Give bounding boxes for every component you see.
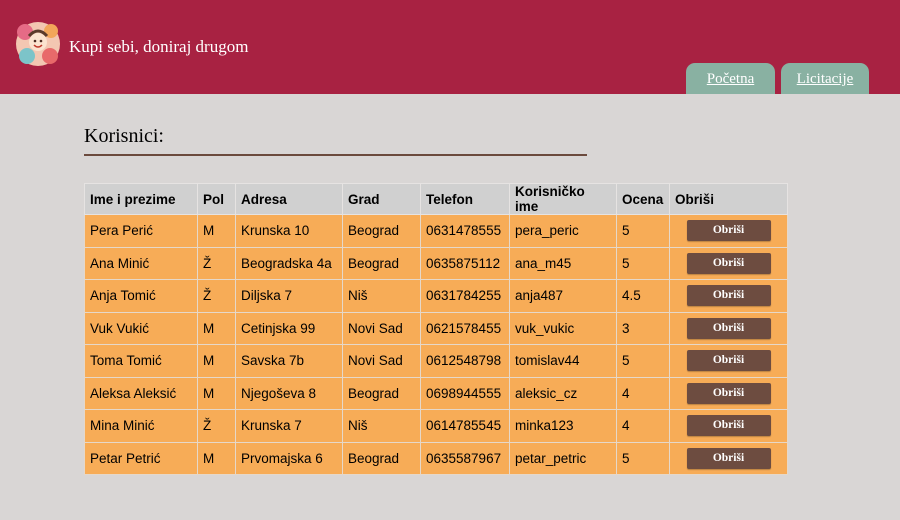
user-city-cell: Beograd [342,376,421,410]
user-username-cell: aleksic_cz [509,376,617,410]
delete-user-button[interactable]: Obriši [686,285,771,307]
user-address-cell: Cetinjska 99 [235,311,343,345]
user-city-cell: Beograd [342,441,421,475]
table-row: Aleksa Aleksić M Njegoševa 8 Beograd 0698944… [84,376,788,410]
user-address-cell: Krunska 10 [235,214,343,248]
delete-user-button[interactable]: Obriši [686,317,771,339]
user-gender-cell: M [197,344,236,378]
user-username-cell: minka123 [509,409,617,443]
user-address-cell: Njegoševa 8 [235,376,343,410]
user-rating-cell: 3 [616,311,670,345]
user-name-cell: Pera Perić [84,214,198,248]
user-name-cell: Petar Petrić [84,441,198,475]
user-username-cell: tomislav44 [509,344,617,378]
user-username-cell: vuk_vukic [509,311,617,345]
user-gender-cell: M [197,376,236,410]
user-rating-cell: 5 [616,214,670,248]
user-address-cell: Beogradska 4a [235,246,343,280]
user-phone-cell: 0621578455 [420,311,510,345]
delete-cell: Obriši [669,376,788,410]
delete-user-button[interactable]: Obriši [686,447,771,469]
user-city-cell: Beograd [342,246,421,280]
delete-cell: Obriši [669,409,788,443]
delete-cell: Obriši [669,214,788,248]
delete-cell: Obriši [669,441,788,475]
delete-user-button[interactable]: Obriši [686,252,771,274]
user-name-cell: Toma Tomić [84,344,198,378]
user-name-cell: Mina Minić [84,409,198,443]
user-gender-cell: M [197,311,236,345]
user-phone-cell: 0612548798 [420,344,510,378]
delete-cell: Obriši [669,344,788,378]
user-city-cell: Novi Sad [342,311,421,345]
user-rating-cell: 5 [616,246,670,280]
page-title: Korisnici: [84,125,164,147]
column-header: Adresa [235,183,343,215]
site-title: Kupi sebi, doniraj drugom [69,37,249,56]
user-rating-cell: 4 [616,376,670,410]
user-gender-cell: Ž [197,246,236,280]
tab-home[interactable]: Početna [686,63,775,94]
delete-user-button[interactable]: Obriši [686,220,771,242]
delete-user-button[interactable]: Obriši [686,350,771,372]
column-header: Grad [342,183,421,215]
user-rating-cell: 4 [616,409,670,443]
table-row: Anja Tomić Ž Diljska 7 Niš 0631784255 anja487… [84,279,788,313]
user-city-cell: Beograd [342,214,421,248]
delete-cell: Obriši [669,246,788,280]
user-username-cell: anja487 [509,279,617,313]
delete-cell: Obriši [669,279,788,313]
user-rating-cell: 4.5 [616,279,670,313]
title-divider [84,154,587,156]
user-phone-cell: 0631784255 [420,279,510,313]
user-city-cell: Niš [342,409,421,443]
table-header-row: Ime i prezime Pol Adresa Grad Telefon Ko… [84,183,788,215]
user-address-cell: Savska 7b [235,344,343,378]
table-row: Ana Minić Ž Beogradska 4a Beograd 0635875112… [84,246,788,280]
user-username-cell: pera_peric [509,214,617,248]
user-name-cell: Ana Minić [84,246,198,280]
user-address-cell: Diljska 7 [235,279,343,313]
user-phone-cell: 0635587967 [420,441,510,475]
users-table: Ime i prezime Pol Adresa Grad Telefon Ko… [84,183,788,475]
user-username-cell: ana_m45 [509,246,617,280]
column-header: Korisničko ime [509,183,617,215]
table-row: Mina Minić Ž Krunska 7 Niš 0614785545 minka12… [84,409,788,443]
user-name-cell: Aleksa Aleksić [84,376,198,410]
user-gender-cell: Ž [197,409,236,443]
user-rating-cell: 5 [616,344,670,378]
tab-auctions[interactable]: Licitacije [781,63,869,94]
user-gender-cell: M [197,214,236,248]
user-city-cell: Novi Sad [342,344,421,378]
column-header: Telefon [420,183,510,215]
site-header: Kupi sebi, doniraj drugom Početna Licita… [0,0,900,94]
user-gender-cell: M [197,441,236,475]
column-header: Pol [197,183,236,215]
user-phone-cell: 0631478555 [420,214,510,248]
user-address-cell: Prvomajska 6 [235,441,343,475]
user-gender-cell: Ž [197,279,236,313]
user-city-cell: Niš [342,279,421,313]
column-header: Ocena [616,183,670,215]
delete-cell: Obriši [669,311,788,345]
user-name-cell: Vuk Vukić [84,311,198,345]
delete-user-button[interactable]: Obriši [686,382,771,404]
user-name-cell: Anja Tomić [84,279,198,313]
user-phone-cell: 0635875112 [420,246,510,280]
logo-icon [16,22,60,66]
user-rating-cell: 5 [616,441,670,475]
delete-user-button[interactable]: Obriši [686,415,771,437]
user-username-cell: petar_petric [509,441,617,475]
table-row: Petar Petrić M Prvomajska 6 Beograd 06355879… [84,441,788,475]
table-row: Vuk Vukić M Cetinjska 99 Novi Sad 0621578455… [84,311,788,345]
column-header: Ime i prezime [84,183,198,215]
table-row: Toma Tomić M Savska 7b Novi Sad 0612548798 to… [84,344,788,378]
user-phone-cell: 0614785545 [420,409,510,443]
user-phone-cell: 0698944555 [420,376,510,410]
table-row: Pera Perić M Krunska 10 Beograd 0631478555 pe… [84,214,788,248]
column-header: Obriši [669,183,788,215]
user-address-cell: Krunska 7 [235,409,343,443]
